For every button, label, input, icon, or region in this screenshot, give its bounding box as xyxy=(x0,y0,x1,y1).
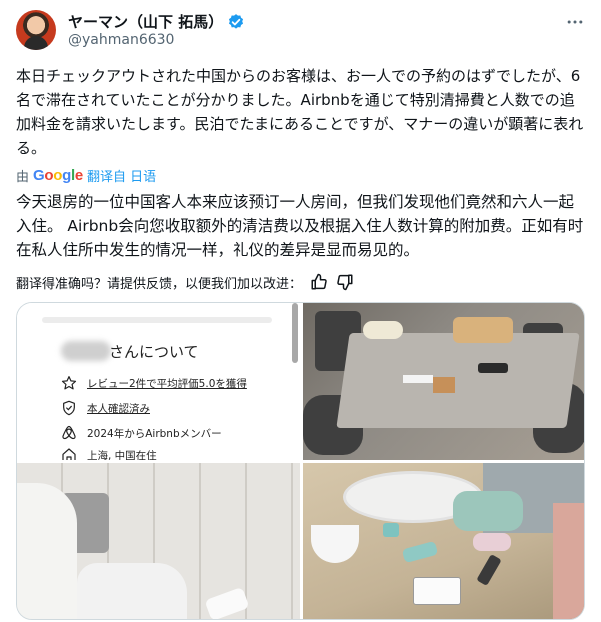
towel xyxy=(77,563,187,619)
author-handle[interactable]: @yahman6630 xyxy=(68,32,174,48)
paper xyxy=(403,375,433,383)
display-name[interactable]: ヤーマン（山下 拓馬） xyxy=(68,11,223,32)
sink-counter-photo[interactable] xyxy=(303,463,584,619)
verified-badge-icon[interactable] xyxy=(227,13,245,31)
translation-attribution: 由 Google 翻译自 日语 xyxy=(16,166,156,185)
thumbs-down-icon[interactable] xyxy=(336,273,354,291)
translation-prefix: 由 xyxy=(16,169,30,185)
media-grid: さんについて レビュー2件で平均評価5.0を獲得 本人確認済み 2024年からA… xyxy=(16,302,585,620)
profile-row-text: レビュー2件で平均評価5.0を獲得 xyxy=(87,377,247,390)
cabinet-edge xyxy=(553,503,584,619)
toothbrush-cup xyxy=(383,523,399,537)
profile-row-reviews: レビュー2件で平均評価5.0を獲得 xyxy=(61,375,247,391)
star-icon xyxy=(61,375,77,391)
profile-row-member: 2024年からAirbnbメンバー xyxy=(61,425,222,441)
home-icon xyxy=(61,447,77,460)
table-clutter xyxy=(453,317,513,343)
towel xyxy=(453,491,523,531)
messy-table-photo[interactable] xyxy=(303,303,584,460)
plastic-bag xyxy=(473,533,511,551)
thumbs-up-icon[interactable] xyxy=(310,273,328,291)
scissors xyxy=(478,363,508,373)
profile-row-verified: 本人確認済み xyxy=(61,400,150,416)
scrollbar xyxy=(292,303,298,363)
table xyxy=(336,333,580,428)
translated-text: 今天退房的一位中国客人本来应该预订一人房间，但我们发现他们竟然和六人一起入住。 … xyxy=(16,193,584,259)
blurred-host-name xyxy=(61,341,111,361)
more-horizontal-icon[interactable] xyxy=(565,12,585,32)
box xyxy=(433,377,455,393)
warning-sticker xyxy=(413,577,461,605)
tweet-text: 本日チェックアウトされた中国からのお客様は、お一人での予約のはずでしたが、6名で… xyxy=(16,67,584,157)
bathroom-floor-photo[interactable] xyxy=(17,463,300,619)
feedback-question: 翻译得准确吗？请提供反馈，以便我们加以改进： xyxy=(16,276,303,292)
divider xyxy=(42,317,272,323)
toilet xyxy=(17,483,77,619)
cloth xyxy=(363,321,403,339)
translation-feedback: 翻译得准确吗？请提供反馈，以便我们加以改进： xyxy=(16,272,354,292)
profile-title: さんについて xyxy=(109,343,199,361)
airbnb-icon xyxy=(61,425,77,441)
avatar[interactable] xyxy=(16,10,56,50)
translated-from-link[interactable]: 翻译自 日语 xyxy=(87,166,156,185)
tweet-header: ヤーマン（山下 拓馬） @yahman6630 xyxy=(16,10,585,54)
profile-screenshot-photo[interactable]: さんについて レビュー2件で平均評価5.0を獲得 本人確認済み 2024年からA… xyxy=(17,303,300,460)
profile-row-location: 上海, 中国在住 xyxy=(61,447,157,460)
author-name-row: ヤーマン（山下 拓馬） xyxy=(68,11,245,32)
profile-row-text: 2024年からAirbnbメンバー xyxy=(87,427,222,440)
profile-row-text: 本人確認済み xyxy=(87,402,150,415)
shield-check-icon xyxy=(61,400,77,416)
google-logo: Google xyxy=(33,166,83,184)
profile-row-text: 上海, 中国在住 xyxy=(87,449,157,461)
